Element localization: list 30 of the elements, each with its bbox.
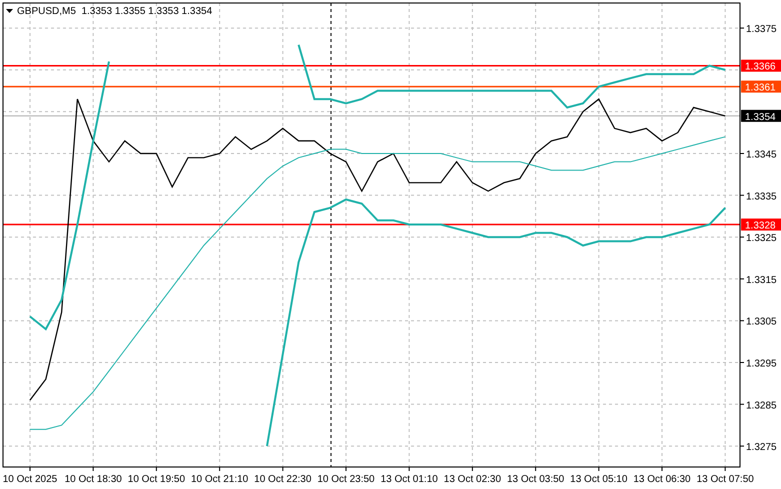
axis-label: 13 Oct 07:50: [696, 474, 754, 485]
axis-label: 1.3275: [746, 442, 777, 454]
axis-label: 13 Oct 05:10: [570, 474, 628, 485]
price-tag: 1.3366: [741, 60, 781, 73]
axis-label: 10 Oct 22:30: [254, 474, 312, 485]
axis-label: 1.3285: [746, 400, 777, 412]
axis-label: 13 Oct 02:30: [444, 474, 502, 485]
axis-label: 10 Oct 19:50: [128, 474, 186, 485]
axis-label: 1.3375: [746, 24, 777, 36]
axis-label: 1.3315: [746, 274, 777, 286]
axis-label: 1.3345: [746, 149, 777, 160]
axis-label: 1.3325: [746, 233, 777, 244]
price-tag: 1.3354: [741, 110, 781, 123]
ref-line-label: 1.3366: [745, 62, 776, 73]
axis-label: 13 Oct 06:30: [633, 474, 691, 485]
axis-label: 1.3295: [746, 358, 777, 370]
axis-label: 10 Oct 21:10: [190, 474, 248, 485]
axis-label: 1.3335: [746, 191, 777, 202]
ref-line-label: 1.3328: [745, 220, 776, 232]
axis-label: 1.3305: [746, 316, 777, 328]
axis-label: 13 Oct 01:10: [380, 474, 438, 485]
axis-label: 13 Oct 03:50: [506, 474, 564, 485]
price-tag: 1.3361: [741, 80, 781, 94]
axis-label: 10 Oct 18:30: [64, 474, 122, 485]
price-tag: 1.3328: [741, 218, 781, 232]
ref-line-label: 1.3361: [745, 82, 776, 94]
axis-label: 10 Oct 2025: [2, 474, 58, 485]
caret-icon[interactable]: [6, 9, 13, 13]
axis-label: 10 Oct 23:50: [317, 474, 375, 485]
chart-title: GBPUSD,M5 1.3353 1.3355 1.3353 1.3354: [17, 6, 212, 17]
